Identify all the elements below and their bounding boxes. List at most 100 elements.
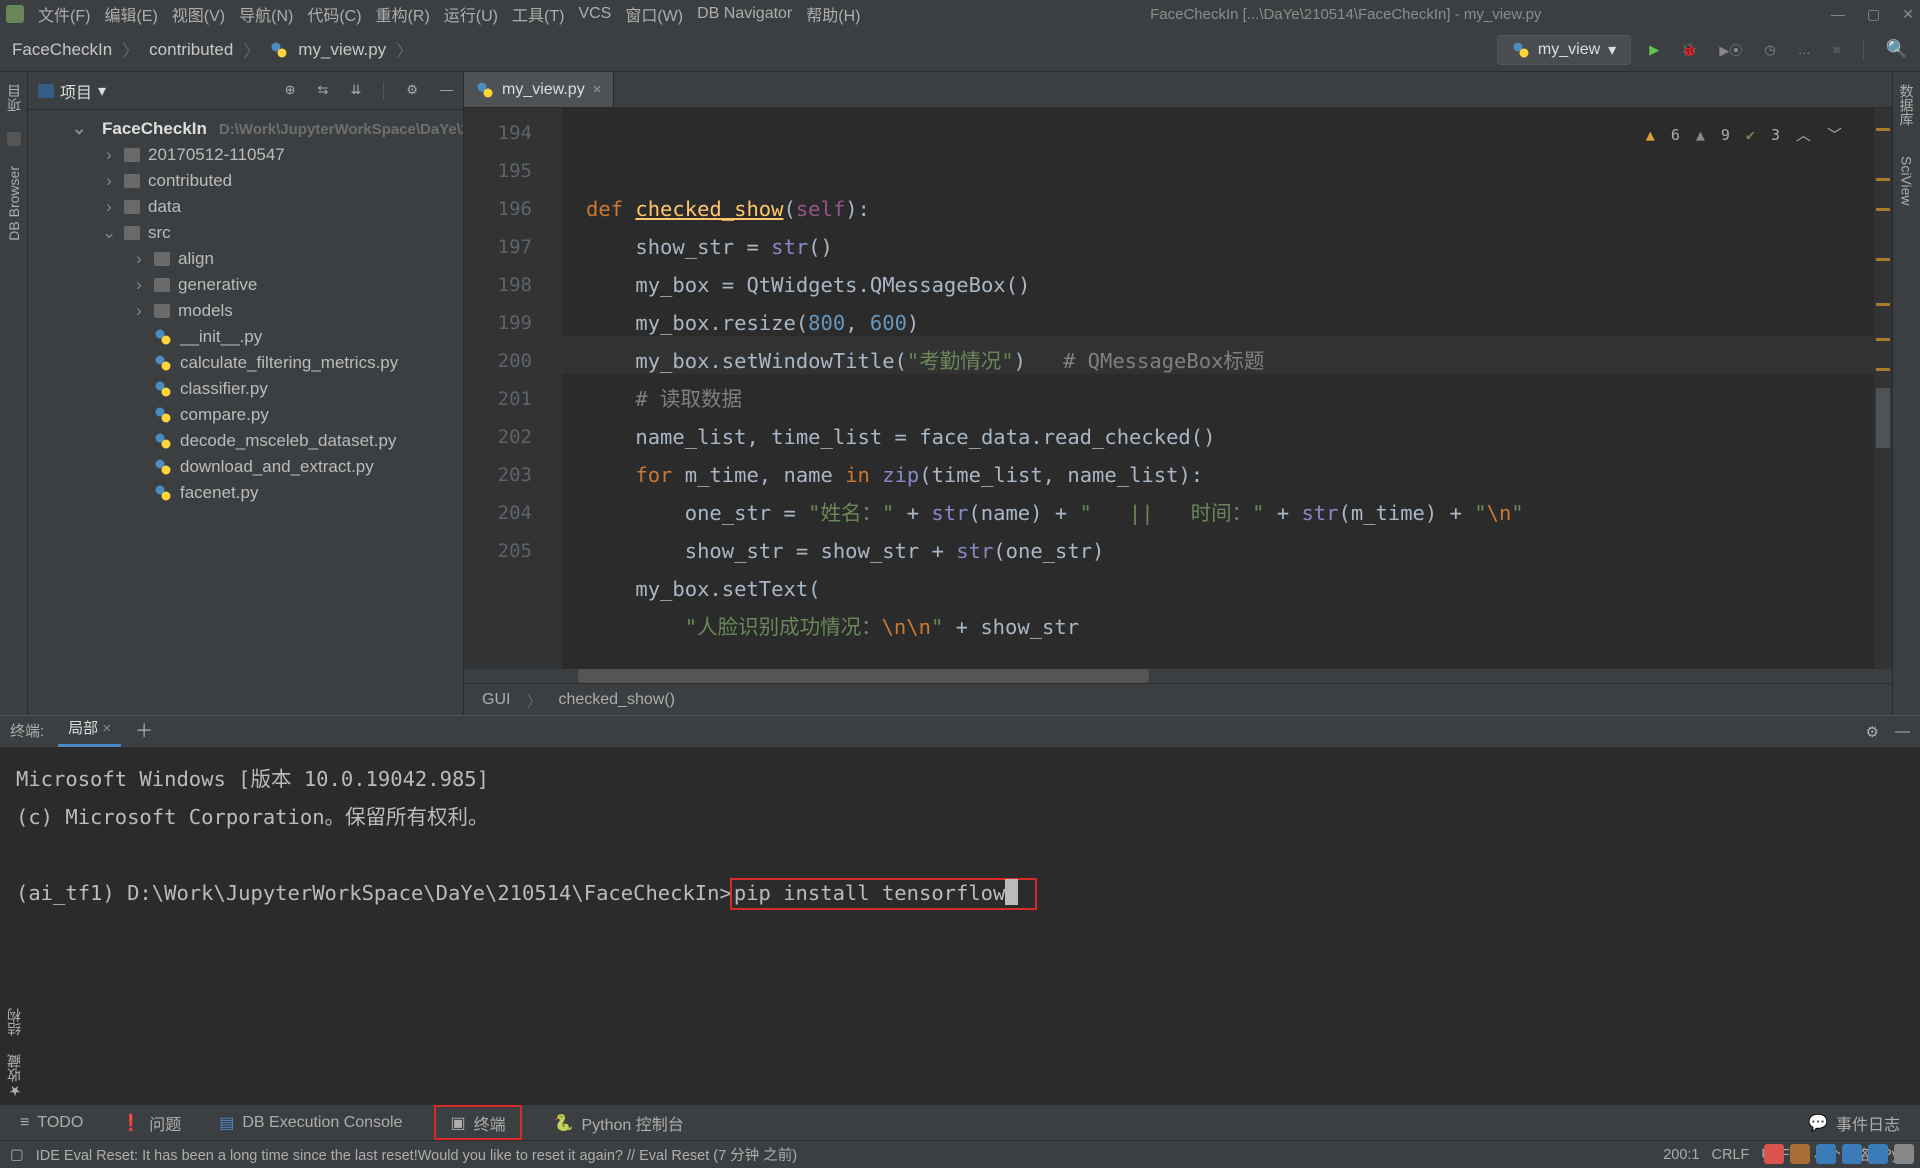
menu-tools[interactable]: 工具(T) bbox=[512, 2, 564, 26]
menu-help[interactable]: 帮助(H) bbox=[806, 2, 860, 26]
typo-icon[interactable]: ✔ bbox=[1746, 116, 1755, 154]
breadcrumb-file[interactable]: my_view.py bbox=[298, 40, 386, 60]
locate-icon[interactable]: ⊕ bbox=[285, 82, 296, 100]
tree-folder[interactable]: ›generative bbox=[28, 272, 463, 298]
run-coverage-icon[interactable]: ▶⦿ bbox=[1719, 40, 1742, 59]
terminal-title: 终端: bbox=[10, 720, 44, 747]
settings-gear-icon[interactable]: ⚙ bbox=[406, 82, 418, 100]
close-tab-icon[interactable]: × bbox=[593, 81, 602, 98]
stop-button-icon[interactable]: ■ bbox=[1833, 42, 1841, 57]
close-icon[interactable]: × bbox=[102, 720, 111, 737]
bottom-tab-eventlog[interactable]: 💬事件日志 bbox=[1802, 1105, 1906, 1140]
toolwindows-toggle-icon[interactable]: ▢ bbox=[10, 1147, 24, 1163]
commit-icon[interactable] bbox=[7, 132, 21, 146]
menu-code[interactable]: 代码(C) bbox=[307, 2, 361, 26]
code-editor[interactable]: 194 195 196 197 198 199 200 201 202 203 … bbox=[464, 108, 1892, 669]
next-highlight-icon[interactable]: ﹀ bbox=[1827, 116, 1842, 154]
tree-file[interactable]: facenet.py bbox=[28, 480, 463, 506]
debug-button-icon[interactable]: 🐞 bbox=[1681, 42, 1697, 58]
side-tab-structure[interactable]: 结构 bbox=[4, 1008, 24, 1036]
tree-folder[interactable]: ⌄src bbox=[28, 220, 463, 246]
side-tab-database[interactable]: 数据库 bbox=[1897, 78, 1917, 132]
terminal-tab-local[interactable]: 局部 × bbox=[58, 713, 121, 747]
terminal-output[interactable]: Microsoft Windows [版本 10.0.19042.985] (c… bbox=[0, 748, 1920, 1104]
python-file-icon bbox=[154, 328, 172, 346]
bottom-tab-db-console[interactable]: ▤DB Execution Console bbox=[213, 1105, 408, 1140]
run-configuration-dropdown[interactable]: my_view ▾ bbox=[1497, 35, 1631, 65]
tree-root[interactable]: ⌄ FaceCheckIn D:\Work\JupyterWorkSpace\D… bbox=[28, 116, 463, 142]
settings-gear-icon[interactable]: ⚙ bbox=[1866, 723, 1879, 741]
folder-icon bbox=[124, 226, 140, 240]
tree-file[interactable]: decode_msceleb_dataset.py bbox=[28, 428, 463, 454]
python-file-icon bbox=[154, 406, 172, 424]
breadcrumb-folder[interactable]: contributed bbox=[149, 40, 233, 60]
warning-icon[interactable]: ▲ bbox=[1646, 116, 1655, 154]
status-message: IDE Eval Reset: It has been a long time … bbox=[36, 1144, 797, 1165]
todo-icon: ≡ bbox=[20, 1114, 29, 1132]
expand-all-icon[interactable]: ⇆ bbox=[318, 82, 329, 100]
breadcrumb-project[interactable]: FaceCheckIn bbox=[12, 40, 112, 60]
project-view-selector[interactable]: 项目 ▾ bbox=[38, 79, 106, 103]
line-separator[interactable]: CRLF bbox=[1712, 1147, 1750, 1163]
weak-warning-icon[interactable]: ▲ bbox=[1696, 116, 1705, 154]
tree-folder[interactable]: ›contributed bbox=[28, 168, 463, 194]
tree-file[interactable]: calculate_filtering_metrics.py bbox=[28, 350, 463, 376]
folder-icon bbox=[154, 252, 170, 266]
attach-icon[interactable]: … bbox=[1798, 42, 1811, 57]
new-terminal-icon[interactable]: ＋ bbox=[135, 717, 153, 747]
window-minimize-icon[interactable]: — bbox=[1831, 6, 1845, 23]
tree-file[interactable]: compare.py bbox=[28, 402, 463, 428]
problems-icon: ❗ bbox=[121, 1113, 141, 1133]
bottom-tab-todo[interactable]: ≡TODO bbox=[14, 1105, 89, 1140]
bottom-tab-problems[interactable]: ❗问题 bbox=[115, 1105, 187, 1140]
menu-file[interactable]: 文件(F) bbox=[38, 2, 90, 26]
project-tool-window: 项目 ▾ ⊕ ⇆ ⇊ ⚙ — ⌄ FaceCheckIn D:\Work\Jup… bbox=[28, 72, 464, 715]
hide-panel-icon[interactable]: — bbox=[440, 82, 453, 100]
prev-highlight-icon[interactable]: ︿ bbox=[1796, 116, 1811, 154]
hide-panel-icon[interactable]: — bbox=[1895, 723, 1910, 741]
chevron-right-icon: › bbox=[102, 145, 116, 165]
editor-horizontal-scrollbar[interactable] bbox=[464, 669, 1892, 683]
menu-navigate[interactable]: 导航(N) bbox=[239, 2, 293, 26]
menu-run[interactable]: 运行(U) bbox=[444, 2, 498, 26]
chevron-right-icon: › bbox=[102, 197, 116, 217]
caret-position[interactable]: 200:1 bbox=[1663, 1147, 1699, 1163]
tree-file[interactable]: classifier.py bbox=[28, 376, 463, 402]
tree-folder[interactable]: ›20170512-110547 bbox=[28, 142, 463, 168]
folder-icon bbox=[124, 174, 140, 188]
side-tab-favorites[interactable]: ★收藏 bbox=[4, 1054, 24, 1098]
bottom-tool-stripe: ≡TODO ❗问题 ▤DB Execution Console ▣终端 🐍Pyt… bbox=[0, 1104, 1920, 1140]
tree-file[interactable]: download_and_extract.py bbox=[28, 454, 463, 480]
editor-tab-active[interactable]: my_view.py × bbox=[464, 72, 614, 107]
window-close-icon[interactable]: ✕ bbox=[1902, 6, 1914, 23]
side-tab-db-browser[interactable]: DB Browser bbox=[6, 160, 22, 247]
tree-folder[interactable]: ›align bbox=[28, 246, 463, 272]
tree-folder[interactable]: ›models bbox=[28, 298, 463, 324]
menu-dbnav[interactable]: DB Navigator bbox=[697, 5, 792, 23]
folder-icon bbox=[124, 148, 140, 162]
profile-icon[interactable]: ◷ bbox=[1764, 42, 1775, 58]
crumb-method[interactable]: checked_show() bbox=[558, 691, 675, 709]
menu-vcs[interactable]: VCS bbox=[578, 5, 611, 23]
side-tab-project[interactable]: 项目 bbox=[4, 78, 24, 118]
crumb-class[interactable]: GUI bbox=[482, 691, 510, 709]
collapse-all-icon[interactable]: ⇊ bbox=[350, 82, 361, 100]
folder-icon bbox=[38, 84, 54, 98]
error-stripe[interactable] bbox=[1874, 108, 1892, 669]
side-tab-sciview[interactable]: SciView bbox=[1899, 150, 1915, 212]
python-file-icon bbox=[476, 81, 494, 99]
search-everywhere-icon[interactable]: 🔍 bbox=[1886, 39, 1908, 60]
editor-tab-label: my_view.py bbox=[502, 81, 585, 99]
bottom-tab-python-console[interactable]: 🐍Python 控制台 bbox=[548, 1105, 690, 1140]
menu-edit[interactable]: 编辑(E) bbox=[104, 2, 157, 26]
window-maximize-icon[interactable]: ▢ bbox=[1867, 6, 1880, 23]
menu-window[interactable]: 窗口(W) bbox=[625, 2, 683, 26]
bottom-tab-terminal[interactable]: ▣终端 bbox=[434, 1105, 521, 1140]
run-button-icon[interactable]: ▶ bbox=[1649, 42, 1659, 58]
tree-file[interactable]: __init__.py bbox=[28, 324, 463, 350]
menu-refactor[interactable]: 重构(R) bbox=[376, 2, 430, 26]
editor-area: my_view.py × 194 195 196 197 198 199 200… bbox=[464, 72, 1892, 715]
tree-folder[interactable]: ›data bbox=[28, 194, 463, 220]
status-bar: ▢ IDE Eval Reset: It has been a long tim… bbox=[0, 1140, 1920, 1168]
menu-view[interactable]: 视图(V) bbox=[172, 2, 225, 26]
